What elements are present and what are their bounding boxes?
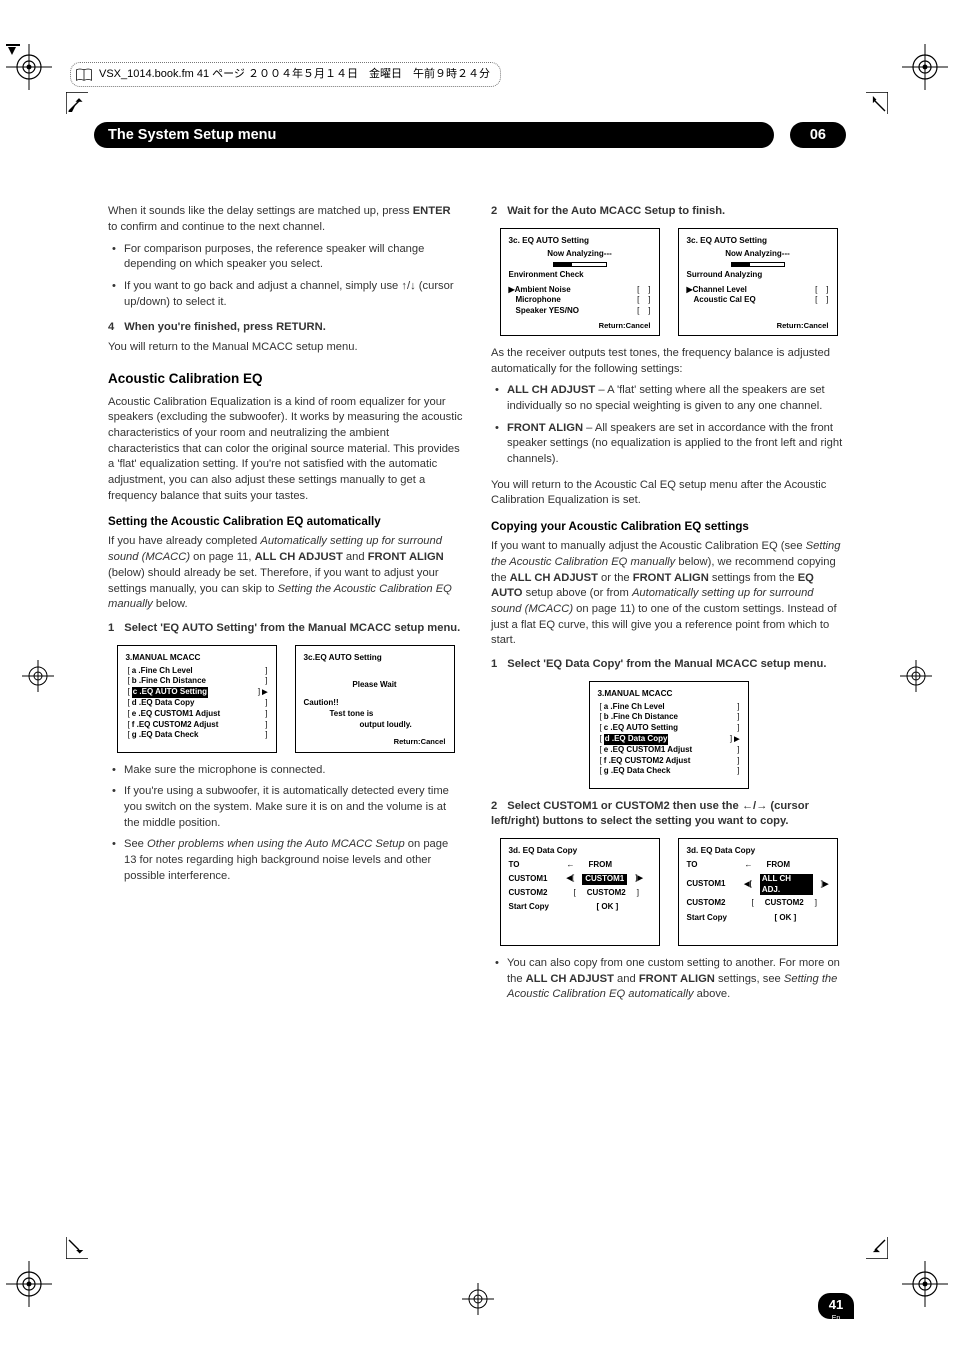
page-lang: En (818, 1314, 854, 1324)
crop-arrow-tl (66, 92, 88, 114)
chapter-number: 06 (790, 122, 846, 148)
osd-data-copy-2: 3d. EQ Data Copy TO←FROM CUSTOM1◀[ALL CH… (678, 838, 838, 946)
heading-setting-auto: Setting the Acoustic Calibration EQ auto… (108, 514, 463, 530)
left-step-1: 1Select 'EQ AUTO Setting' from the Manua… (108, 621, 463, 637)
osd-eq-auto-wait: 3c.EQ AUTO Setting Please Wait Caution!!… (295, 645, 455, 753)
chapter-title: The System Setup menu (108, 127, 276, 143)
updown-arrows-icon: ↑/↓ (401, 280, 415, 292)
osd-analyzing-surround: 3c. EQ AUTO Setting Now Analyzing--- Sur… (678, 228, 838, 336)
intro-paragraph: When it sounds like the delay settings a… (108, 204, 463, 235)
chapter-bar: The System Setup menu 06 (108, 122, 846, 148)
right-column: 2Wait for the Auto MCACC Setup to finish… (491, 204, 846, 1013)
copy-paragraph: If you want to manually adjust the Acous… (491, 539, 846, 649)
step-4-note: You will return to the Manual MCACC setu… (108, 340, 463, 356)
reg-mark-bottom-right (902, 1261, 948, 1307)
osd-data-copy-1: 3d. EQ Data Copy TO←FROM CUSTOM1◀[CUSTOM… (500, 838, 660, 946)
bullet-copy-between: You can also copy from one custom settin… (491, 956, 846, 1003)
bullet-reference-speaker: For comparison purposes, the reference s… (108, 242, 463, 273)
bullet-see-other: See Other problems when using the Auto M… (108, 837, 463, 884)
file-header-text: VSX_1014.book.fm 41 ページ ２００４年５月１４日 金曜日 午… (99, 67, 490, 82)
crop-arrow-tr (866, 92, 888, 114)
side-mark-right (900, 660, 932, 692)
osd-analyzing-env: 3c. EQ AUTO Setting Now Analyzing--- Env… (500, 228, 660, 336)
reg-mark-top-right (902, 44, 948, 90)
crop-arrow-bl (66, 1237, 88, 1259)
copy-step-1: 1Select 'EQ Data Copy' from the Manual M… (491, 657, 846, 673)
aceq-paragraph: Acoustic Calibration Equalization is a k… (108, 395, 463, 505)
reg-mark-bottom-left (6, 1261, 52, 1307)
reg-mark-top-left (6, 44, 52, 90)
after-analyze-paragraph: As the receiver outputs test tones, the … (491, 346, 846, 377)
bullet-mic: Make sure the microphone is connected. (108, 763, 463, 779)
crop-arrow-br (866, 1237, 888, 1259)
left-column: When it sounds like the delay settings a… (108, 204, 463, 1013)
heading-acoustic-calibration-eq: Acoustic Calibration EQ (108, 370, 463, 389)
return-paragraph: You will return to the Acoustic Cal EQ s… (491, 478, 846, 509)
bullet-front-align: FRONT ALIGN – All speakers are set in ac… (491, 421, 846, 468)
bullet-go-back: If you want to go back and adjust a chan… (108, 279, 463, 310)
right-step-2: 2Wait for the Auto MCACC Setup to finish… (491, 204, 846, 220)
heading-copying: Copying your Acoustic Calibration EQ set… (491, 519, 846, 535)
osd-manual-mcacc-2: 3.MANUAL MCACC [a .Fine Ch Level] [b .Fi… (589, 681, 749, 789)
auto-paragraph: If you have already completed Automatica… (108, 534, 463, 612)
step-4: 4When you're finished, press RETURN. (108, 320, 463, 336)
bullet-subwoofer: If you're using a subwoofer, it is autom… (108, 784, 463, 831)
page-number-badge: 41 En (818, 1293, 854, 1319)
side-mark-left (22, 660, 54, 692)
file-header: VSX_1014.book.fm 41 ページ ２００４年５月１４日 金曜日 午… (70, 62, 501, 87)
bullet-all-ch-adjust: ALL CH ADJUST – A 'flat' setting where a… (491, 383, 846, 414)
book-icon (75, 68, 93, 82)
copy-step-2: 2Select CUSTOM1 or CUSTOM2 then use the … (491, 799, 846, 830)
leftright-arrows-icon: ←/→ (742, 800, 767, 812)
page-number: 41 (829, 1297, 843, 1312)
osd-manual-mcacc-1: 3.MANUAL MCACC [a .Fine Ch Level] [b .Fi… (117, 645, 277, 753)
